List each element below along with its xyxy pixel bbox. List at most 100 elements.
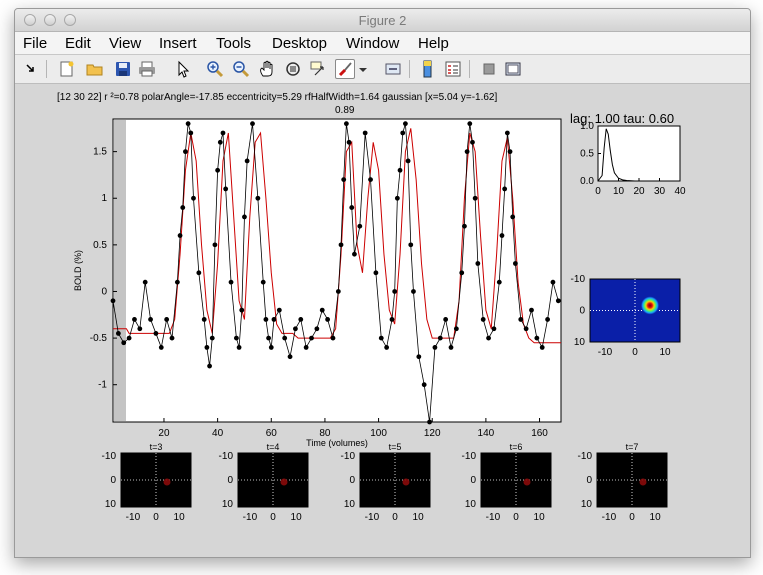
data-point [408, 242, 414, 248]
data-point [349, 205, 355, 210]
data-point [523, 326, 529, 332]
data-point [185, 121, 191, 127]
y-tick-label: -1 [98, 380, 107, 391]
y-tick-label: -0.5 [90, 333, 108, 344]
data-point [177, 233, 183, 238]
data-point [137, 326, 143, 332]
frame-x-tick-label: 10 [174, 512, 186, 523]
data-point [303, 345, 309, 350]
frame-x-tick-label: -10 [126, 512, 141, 523]
data-point [346, 139, 352, 145]
data-point [335, 289, 341, 294]
data-point [298, 317, 304, 322]
data-point [421, 382, 427, 388]
data-point [512, 261, 518, 266]
data-point [282, 335, 288, 341]
data-point [234, 335, 239, 341]
y-tick-label: 0 [101, 286, 107, 297]
data-point [432, 345, 438, 350]
data-point [378, 335, 384, 341]
y-tick-label: 1 [101, 193, 107, 204]
data-point [518, 317, 524, 322]
data-point [174, 279, 180, 285]
data-point [215, 167, 221, 173]
data-point [309, 335, 314, 341]
x-tick-label: 40 [212, 428, 224, 439]
data-point [263, 317, 269, 322]
data-point [148, 317, 153, 322]
frame-time-label: t=7 [626, 442, 639, 452]
frame-x-tick-label: -10 [602, 512, 617, 523]
data-point [405, 158, 411, 164]
data-point [392, 289, 398, 294]
frame-x-tick-label: 10 [534, 512, 546, 523]
data-point [437, 335, 443, 341]
frame-x-tick-label: 0 [629, 512, 635, 523]
frame-rf-spot [639, 478, 647, 486]
data-point [110, 298, 116, 304]
data-point [276, 307, 282, 313]
x-tick-label: 100 [370, 428, 387, 439]
frame-y-tick-label: 10 [581, 499, 593, 510]
baseline-shade [114, 120, 126, 421]
frame-time-label: t=6 [510, 442, 523, 452]
data-point [453, 326, 459, 332]
frame-x-tick-label: 0 [513, 512, 519, 523]
rf-gaussian-blob [641, 296, 659, 315]
x-tick-label: 120 [424, 428, 441, 439]
frame-y-tick-label: 0 [586, 475, 592, 486]
frame-x-tick-label: -10 [486, 512, 501, 523]
x-axis-label: Time (volumes) [306, 438, 368, 448]
data-point [207, 363, 212, 369]
figure-canvas: 20 40 60 80 100 120 140 160-1-0.500.511.5Time (… [73, 118, 686, 523]
data-point [496, 279, 502, 285]
rf-y-tick-label: -10 [571, 274, 586, 285]
y-tick-label: 1.5 [93, 147, 107, 158]
data-point [545, 317, 550, 322]
data-point [183, 149, 188, 155]
frame-y-tick-label: 10 [344, 499, 356, 510]
rf-y-tick-label: 10 [574, 337, 586, 348]
data-point [325, 317, 331, 322]
x-tick-label: 20 [158, 428, 170, 439]
data-point [403, 121, 408, 127]
data-point [486, 335, 491, 341]
data-point [287, 354, 293, 360]
stimulus-frame: t=7 -10 0 10 -10 0 10 [578, 442, 668, 523]
figure-window: Figure 2 File Edit View Insert Tools Des… [14, 8, 751, 558]
data-point [260, 279, 266, 285]
frame-y-tick-label: 0 [110, 475, 116, 486]
data-point [153, 331, 159, 336]
data-point [362, 130, 368, 136]
data-point [255, 195, 261, 201]
data-point [268, 345, 274, 350]
data-point [529, 307, 534, 313]
frame-time-label: t=5 [389, 442, 402, 452]
data-point [510, 214, 516, 220]
data-point [121, 340, 127, 346]
rf-x-tick-label: 10 [659, 347, 671, 358]
stimulus-frame: t=5 -10 0 10 -10 0 10 [341, 442, 431, 523]
data-point [244, 158, 250, 164]
data-point [319, 307, 325, 313]
frame-x-tick-label: 0 [392, 512, 398, 523]
data-point [220, 130, 226, 136]
frame-y-tick-label: 10 [222, 499, 234, 510]
data-point [236, 345, 242, 350]
data-point [180, 205, 186, 210]
frame-rf-spot [280, 478, 288, 486]
frame-y-tick-label: 0 [349, 475, 355, 486]
frame-y-tick-label: -10 [578, 451, 593, 462]
receptive-field-plot: -10 0 10 -10 0 10 [571, 274, 681, 358]
data-point [539, 345, 545, 350]
hrf-y-tick-label: 0.5 [580, 149, 594, 160]
rf-x-tick-label: 0 [632, 347, 638, 358]
stimulus-frame: t=6 -10 0 10 -10 0 10 [462, 442, 552, 523]
hrf-x-tick-label: 10 [613, 186, 625, 197]
data-point [443, 317, 449, 322]
data-point [502, 186, 508, 192]
x-tick-label: 140 [478, 428, 495, 439]
hrf-y-tick-label: 0.0 [580, 176, 594, 187]
frame-y-tick-label: 10 [465, 499, 477, 510]
data-point [239, 307, 245, 313]
